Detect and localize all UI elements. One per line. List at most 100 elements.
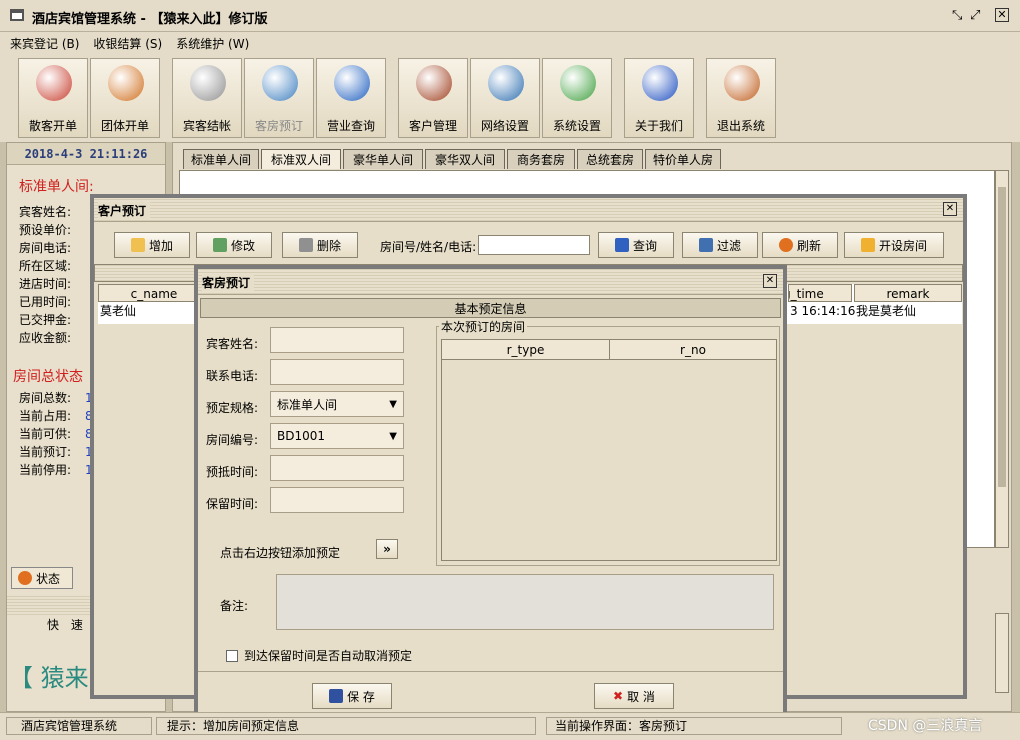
menu-cashier[interactable]: 收银结算 (S): [93, 35, 162, 52]
cell-g-time: 3 16:14:16: [790, 304, 856, 318]
guest-field-label: 预设单价:: [19, 223, 72, 237]
menu-guest-register[interactable]: 来宾登记 (B): [10, 35, 79, 52]
search-icon: [614, 238, 629, 252]
open-room-icon: [860, 238, 875, 252]
room-tab-5[interactable]: 商务套房: [507, 149, 575, 169]
query-label: 查询: [632, 238, 657, 253]
keep-field[interactable]: [270, 487, 404, 513]
stat-row: 房间总数: 1: [19, 389, 93, 407]
phone-field[interactable]: [270, 359, 404, 385]
add-icon: [130, 238, 145, 252]
filter-button[interactable]: 过滤: [682, 232, 758, 258]
remark-textarea[interactable]: [276, 574, 774, 630]
toolbar-button-9[interactable]: 关于我们: [624, 58, 694, 138]
guest-field-label: 房间电话:: [19, 241, 72, 255]
col-header-g-time[interactable]: g_time: [788, 284, 852, 302]
cancel-button[interactable]: ✖ 取 消: [594, 683, 674, 709]
app-title: 酒店宾馆管理系统 - 【猿来入此】修订版: [32, 12, 268, 27]
add-button[interactable]: 增加: [114, 232, 190, 258]
room-tab-7[interactable]: 特价单人房: [645, 149, 721, 169]
open-room-label: 开设房间: [878, 238, 927, 253]
close-icon[interactable]: ✕: [995, 8, 1009, 22]
footer-divider: [198, 671, 783, 672]
filter-label: 过滤: [716, 238, 741, 253]
menu-system[interactable]: 系统维护 (W): [176, 35, 249, 52]
compass-icon: [262, 65, 298, 101]
toolbar-button-10[interactable]: 退出系统: [706, 58, 776, 138]
lower-scrollbar[interactable]: [995, 613, 1009, 693]
toolbar-button-6[interactable]: 客户管理: [398, 58, 468, 138]
col-header-r-no[interactable]: r_no: [610, 340, 776, 360]
tab-state[interactable]: 状态: [11, 567, 73, 589]
toolbar-button-3[interactable]: 宾客结帐: [172, 58, 242, 138]
section-title: 基本预定信息: [200, 298, 781, 318]
guest-field-label: 进店时间:: [19, 277, 72, 291]
room-tab-2[interactable]: 标准双人间: [261, 149, 341, 169]
toolbar-button-label: 客房预订: [254, 119, 303, 133]
room-tab-6[interactable]: 总统套房: [577, 149, 643, 169]
room-no-select[interactable]: BD1001 ▼: [270, 423, 404, 449]
booking-dialog-close-icon[interactable]: ✕: [763, 274, 777, 288]
guest-field-label: 所在区域:: [19, 259, 72, 273]
status-title: 房间总状态: [13, 369, 83, 385]
group-people-icon: [108, 65, 144, 101]
guest-person-icon: [36, 65, 72, 101]
toolbar-button-5[interactable]: 营业查询: [316, 58, 386, 138]
toolbar-button-1[interactable]: 散客开单: [18, 58, 88, 138]
status-app: 酒店宾馆管理系统: [6, 717, 152, 735]
rooms-group: 本次预订的房间 r_type r_no: [436, 318, 780, 566]
spec-select[interactable]: 标准单人间 ▼: [270, 391, 404, 417]
toolbar-button-2[interactable]: 团体开单: [90, 58, 160, 138]
brand-text: 【 猿来: [9, 664, 89, 692]
toolbar-button-8[interactable]: 系统设置: [542, 58, 612, 138]
customer-dialog-titlebar: 客户预订 ✕: [94, 198, 963, 222]
col-header-r-type[interactable]: r_type: [442, 340, 610, 360]
stat-label: 房间总数:: [19, 391, 72, 405]
search-input[interactable]: [478, 235, 590, 255]
room-title: 标准单人间:: [19, 179, 94, 195]
minimize-icon[interactable]: ⤡: [952, 8, 962, 23]
col-header-remark[interactable]: remark: [854, 284, 962, 302]
guest-field-label: 宾客姓名:: [19, 205, 72, 219]
stat-row: 当前预订: 1: [19, 443, 93, 461]
toolbar-button-label: 退出系统: [716, 119, 765, 133]
edit-label: 修改: [230, 238, 255, 253]
add-label: 增加: [148, 238, 173, 253]
room-tab-3[interactable]: 豪华单人间: [343, 149, 423, 169]
maximize-icon[interactable]: ⤢: [970, 8, 980, 23]
app-window-icon: [10, 9, 24, 21]
toolbar-button-label: 关于我们: [634, 119, 683, 133]
edit-button[interactable]: 修改: [196, 232, 272, 258]
stat-row: 当前停用: 1: [19, 461, 93, 479]
name-field[interactable]: [270, 327, 404, 353]
open-room-button[interactable]: 开设房间: [844, 232, 944, 258]
booking-dialog-titlebar: 客房预订 ✕: [198, 269, 783, 295]
refresh-label: 刷新: [796, 238, 821, 253]
add-hint: 点击右边按钮添加预定: [220, 546, 341, 560]
label-spec: 预定规格:: [206, 401, 259, 415]
query-button[interactable]: 查询: [598, 232, 674, 258]
booking-dialog-title: 客房预订: [202, 274, 255, 291]
save-button[interactable]: 保 存: [312, 683, 392, 709]
remark-label: 备注:: [220, 599, 249, 613]
arrive-field[interactable]: [270, 455, 404, 481]
guest-field-label: 已交押金:: [19, 313, 72, 327]
datetime-display: 2018-4-3 21:11:26: [7, 143, 165, 165]
cell-remark: 我是莫老仙: [856, 304, 917, 318]
auto-cancel-checkbox[interactable]: [226, 649, 238, 662]
delete-button[interactable]: 删除: [282, 232, 358, 258]
auto-cancel-row[interactable]: 到达保留时间是否自动取消预定: [226, 647, 412, 664]
toolbar-button-7[interactable]: 网络设置: [470, 58, 540, 138]
room-scrollbar[interactable]: [995, 170, 1009, 548]
magnifier-icon: [334, 65, 370, 101]
exit-door-icon: [724, 65, 760, 101]
toolbar-button-label: 宾客结帐: [182, 119, 231, 133]
delete-icon: [298, 238, 313, 252]
customer-dialog-close-icon[interactable]: ✕: [943, 202, 957, 216]
add-room-button[interactable]: »: [376, 539, 398, 559]
refresh-button[interactable]: 刷新: [762, 232, 838, 258]
toolbar-button-4[interactable]: 客房预订: [244, 58, 314, 138]
room-tab-4[interactable]: 豪华双人间: [425, 149, 505, 169]
customer-icon: [416, 65, 452, 101]
room-tab-1[interactable]: 标准单人间: [183, 149, 259, 169]
